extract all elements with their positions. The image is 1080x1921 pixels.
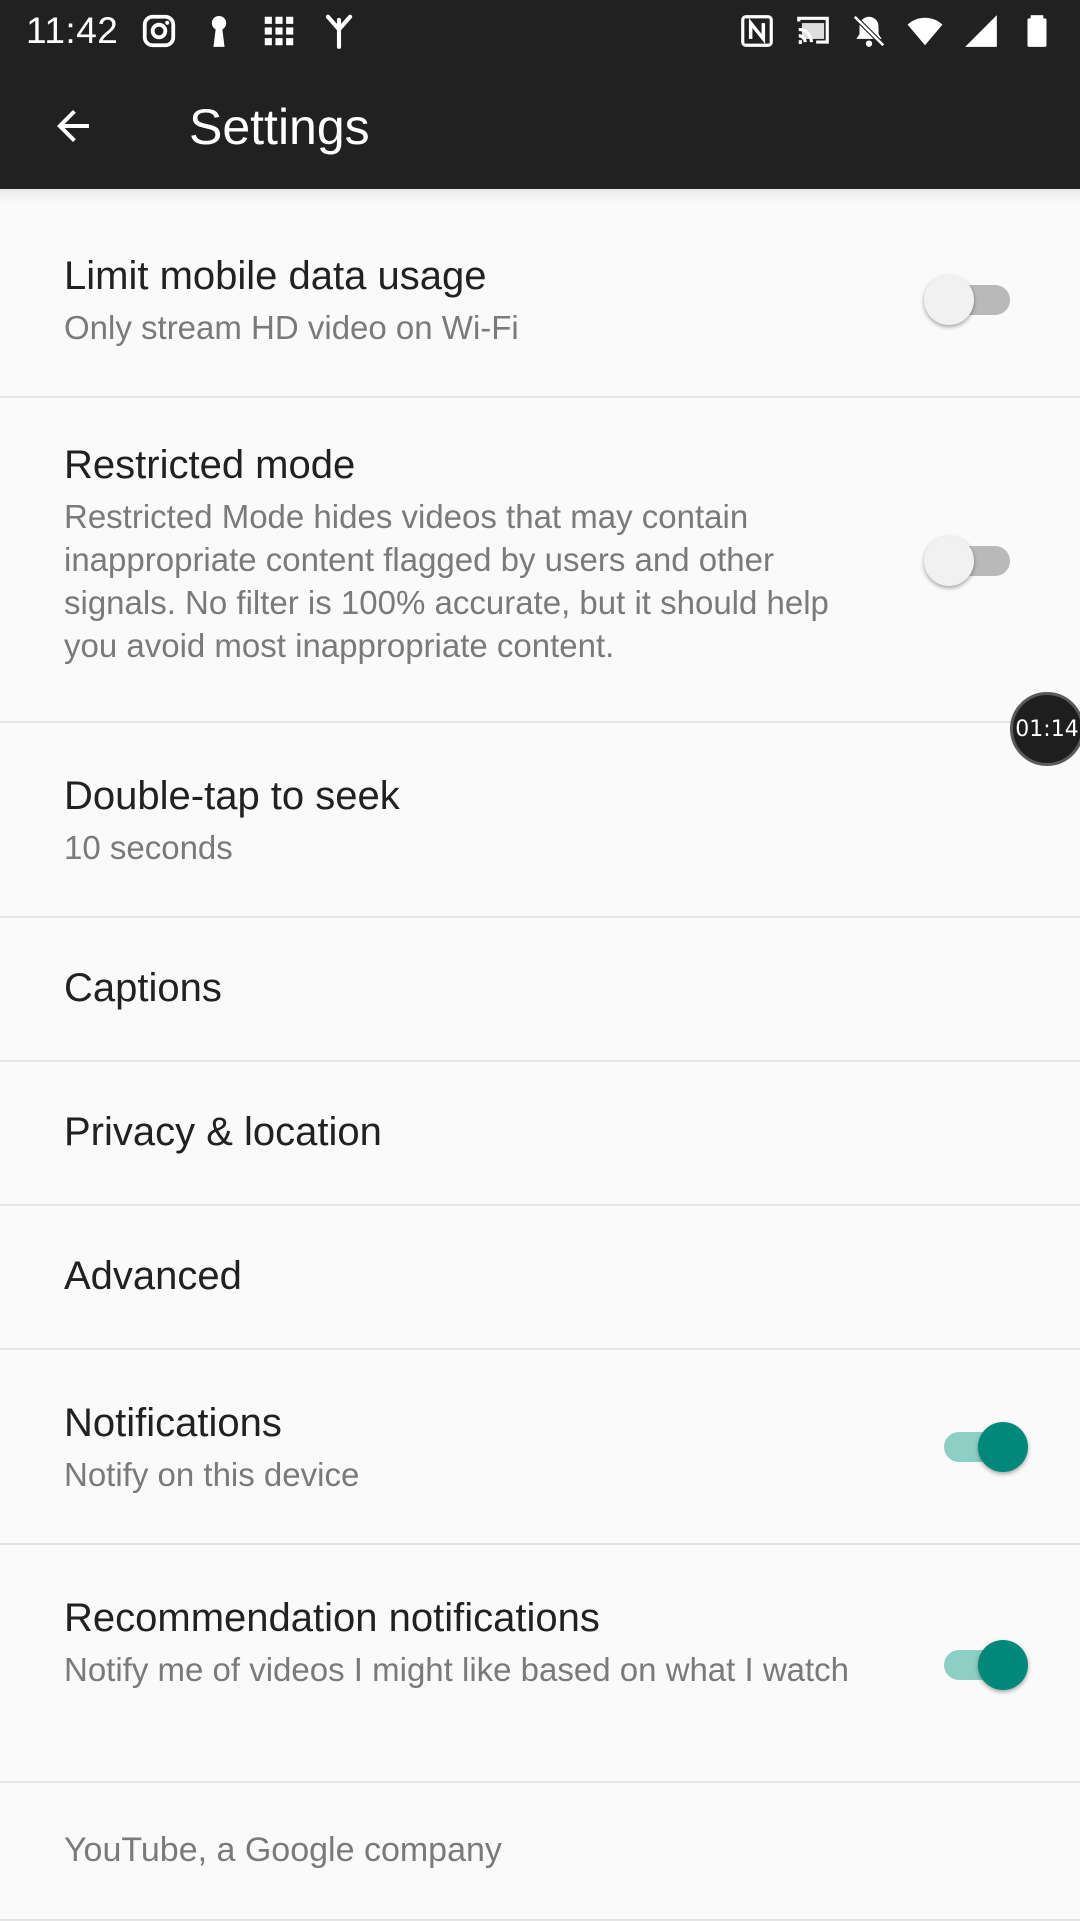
footer: YouTube, a Google company	[0, 1783, 1080, 1921]
keyhole-icon	[211, 15, 227, 47]
footer-text: YouTube, a Google company	[64, 1831, 502, 1869]
setting-title: Notifications	[64, 1401, 282, 1445]
app-bar-shadow	[0, 189, 1080, 203]
setting-double-tap-seek[interactable]: Double-tap to seek 10 seconds	[0, 723, 1080, 918]
setting-title: Restricted mode	[64, 443, 356, 487]
setting-restricted-mode[interactable]: Restricted mode Restricted Mode hides vi…	[0, 398, 1080, 723]
recommendation-notifications-toggle[interactable]	[934, 1633, 1028, 1693]
toggle-thumb	[978, 1422, 1028, 1472]
setting-title: Advanced	[64, 1254, 242, 1298]
arrow-back-icon	[57, 110, 89, 142]
notifications-toggle[interactable]	[934, 1415, 1028, 1475]
setting-notifications[interactable]: Notifications Notify on this device	[0, 1350, 1080, 1545]
setting-subtitle: Notify on this device	[64, 1456, 360, 1493]
setting-subtitle: Only stream HD video on Wi-Fi	[64, 309, 519, 346]
back-button[interactable]	[40, 96, 106, 156]
restricted-mode-toggle[interactable]	[924, 529, 1016, 589]
signal-icon	[965, 15, 997, 47]
instagram-icon	[142, 14, 176, 48]
setting-title: Captions	[64, 966, 222, 1010]
cast-icon	[797, 16, 829, 44]
app-bar: Settings	[0, 63, 1080, 189]
notifications-off-icon	[853, 15, 885, 47]
setting-title: Privacy & location	[64, 1110, 382, 1154]
nfc-icon	[741, 15, 773, 47]
status-right-icons	[738, 12, 1056, 50]
setting-title: Limit mobile data usage	[64, 254, 487, 298]
setting-captions[interactable]: Captions	[0, 918, 1080, 1062]
setting-title: Recommendation notifications	[64, 1596, 600, 1640]
limit-mobile-data-toggle[interactable]	[924, 268, 1016, 328]
page-title: Settings	[189, 99, 370, 155]
setting-subtitle: Restricted Mode hides videos that may co…	[64, 498, 829, 664]
setting-privacy-location[interactable]: Privacy & location	[0, 1062, 1080, 1206]
status-left-icons	[140, 12, 358, 50]
battery-icon	[1027, 15, 1047, 47]
status-bar: 11:42	[0, 0, 1080, 63]
status-time: 11:42	[26, 10, 119, 51]
fork-icon	[325, 14, 353, 49]
wifi-icon	[907, 17, 943, 46]
setting-advanced[interactable]: Advanced	[0, 1206, 1080, 1350]
toggle-thumb	[978, 1640, 1028, 1690]
timer-bubble[interactable]: 01:14	[1010, 692, 1080, 766]
toggle-thumb	[924, 275, 974, 325]
setting-limit-mobile-data[interactable]: Limit mobile data usage Only stream HD v…	[0, 203, 1080, 398]
setting-subtitle: 10 seconds	[64, 829, 233, 866]
settings-list: Limit mobile data usage Only stream HD v…	[0, 203, 1080, 1921]
setting-title: Double-tap to seek	[64, 774, 400, 818]
setting-recommendation-notifications[interactable]: Recommendation notifications Notify me o…	[0, 1545, 1080, 1783]
grid-icon	[264, 16, 294, 46]
toggle-thumb	[924, 536, 974, 586]
setting-subtitle: Notify me of videos I might like based o…	[64, 1651, 850, 1688]
